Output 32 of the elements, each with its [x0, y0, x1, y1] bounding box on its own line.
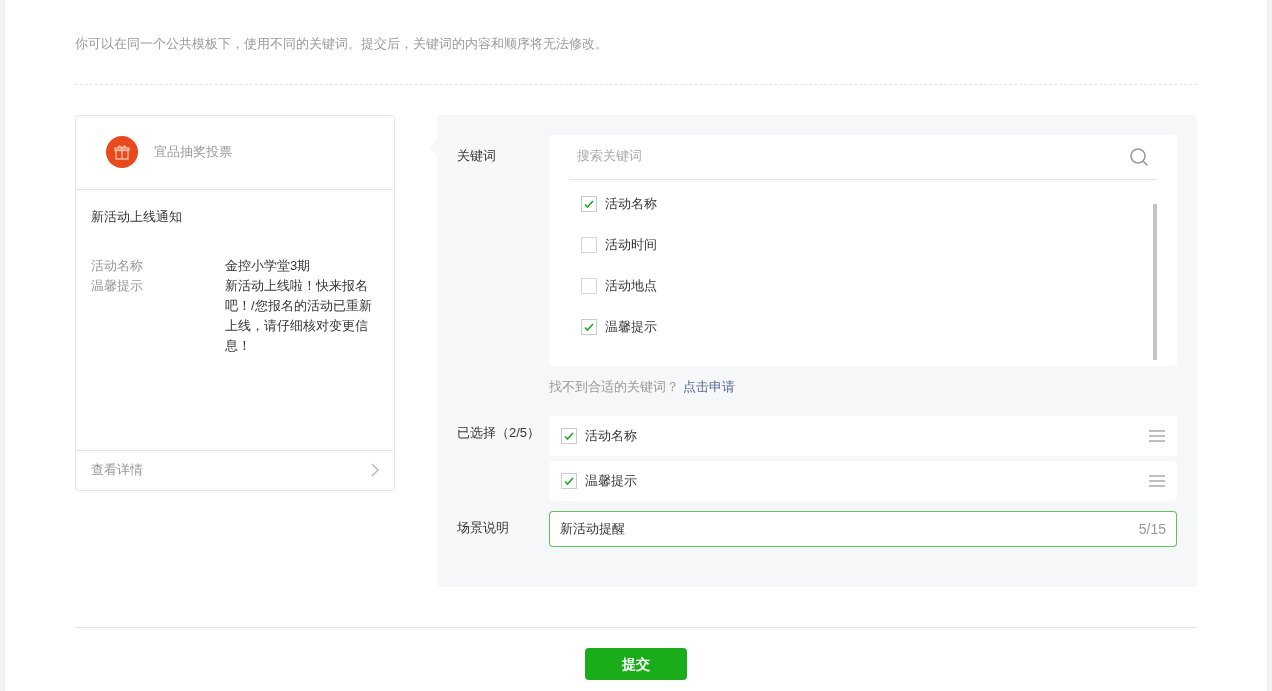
hint-text: 找不到合适的关键词？ [549, 377, 679, 396]
scene-input[interactable]: 新活动提醒 5/15 [549, 511, 1177, 548]
scene-label: 场景说明 [457, 519, 510, 538]
drag-handle-icon[interactable] [1149, 429, 1165, 444]
keyword-option[interactable]: 活动地点 [581, 265, 1153, 307]
search-field[interactable]: 搜索关键词 [569, 147, 1129, 166]
chevron-right-icon [371, 463, 379, 478]
field-label: 温馨提示 [91, 277, 144, 296]
checkbox[interactable] [581, 278, 597, 295]
field-value: 金控小学堂3期 [225, 257, 312, 276]
field-label: 活动名称 [91, 257, 144, 276]
checkbox[interactable] [561, 473, 577, 490]
checkbox[interactable] [581, 237, 597, 254]
field-value: 新活动上线啦！快来报名吧！/您报名的活动已重新上线，请仔细核对变更信息！ [225, 277, 373, 356]
selected-keyword-row[interactable]: 温馨提示 [549, 461, 1177, 502]
account-name: 宜品抽奖投票 [154, 142, 232, 161]
message-title: 新活动上线通知 [91, 207, 183, 226]
gift-icon [106, 136, 138, 169]
checkbox[interactable] [561, 428, 577, 445]
selected-label: 已选择（2/5） [457, 424, 542, 443]
selected-keyword-row[interactable]: 活动名称 [549, 416, 1177, 457]
keywords-label: 关键词 [457, 146, 497, 165]
keyword-option[interactable]: 活动名称 [581, 183, 1153, 225]
character-count: 5/15 [1138, 520, 1166, 540]
keyword-option[interactable]: 活动时间 [581, 224, 1153, 266]
apply-link[interactable]: 点击申请 [683, 377, 735, 397]
checkbox[interactable] [581, 319, 597, 336]
drag-handle-icon[interactable] [1149, 474, 1165, 489]
search-icon[interactable] [1129, 146, 1149, 167]
checkbox[interactable] [581, 196, 597, 213]
scrollbar[interactable] [1153, 203, 1157, 360]
keyword-option[interactable]: 温馨提示 [581, 306, 1153, 348]
